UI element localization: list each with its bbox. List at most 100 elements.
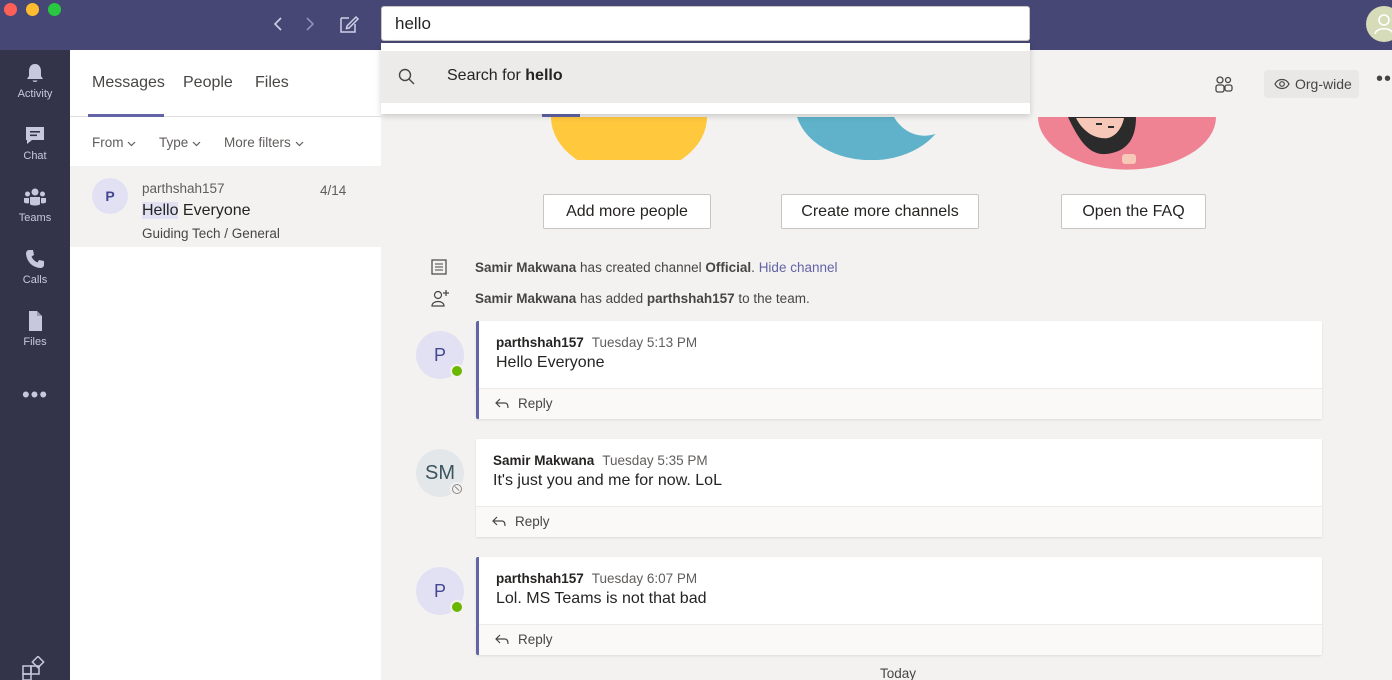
message-time: Tuesday 5:13 PM xyxy=(591,335,698,350)
chevron-left-icon xyxy=(273,17,282,31)
message-card: parthshah157 Tuesday 5:13 PM Hello Everyo… xyxy=(476,321,1322,419)
new-chat-button[interactable] xyxy=(337,12,361,36)
team-members-icon[interactable] xyxy=(1214,74,1234,94)
chevron-down-icon xyxy=(295,141,303,147)
phone-icon xyxy=(26,250,44,268)
presence-available-icon xyxy=(450,600,464,614)
minimize-window-button[interactable] xyxy=(26,3,39,16)
message-body: It's just you and me for now. LoL xyxy=(493,472,722,489)
welcome-illustration-faq xyxy=(1038,117,1216,170)
result-highlight: Hello xyxy=(142,202,179,219)
chevron-down-icon xyxy=(127,141,136,147)
date-divider-today: Today xyxy=(880,666,917,680)
filter-label: Type xyxy=(159,135,189,150)
search-icon xyxy=(398,68,415,85)
result-text: Hello Everyone xyxy=(142,202,251,220)
welcome-illustration-people xyxy=(551,117,707,160)
apps-icon xyxy=(22,655,45,680)
profile-avatar[interactable] xyxy=(1366,6,1392,42)
presence-available-icon xyxy=(450,364,464,378)
compose-icon xyxy=(340,15,360,33)
avatar-initials: SM xyxy=(425,462,455,484)
search-input[interactable] xyxy=(395,14,1016,34)
filter-label: More filters xyxy=(224,135,291,150)
maximize-window-button[interactable] xyxy=(48,3,61,16)
appbar-item-calls[interactable]: Calls xyxy=(0,248,70,304)
search-suggestion[interactable]: Search for hello xyxy=(381,51,1030,103)
reply-button[interactable]: Reply xyxy=(479,388,1322,419)
filter-bar: From Type More filters xyxy=(70,117,381,167)
message-author: parthshah157 xyxy=(496,335,584,350)
eye-icon xyxy=(1274,78,1290,90)
system-message-member-added: Samir Makwana has added parthshah157 to … xyxy=(475,291,810,306)
search-result-item[interactable]: P parthshah157 4/14 Hello Everyone Guidi… xyxy=(70,166,381,247)
search-results-panel: Messages People Files From Type More fil… xyxy=(70,50,381,680)
result-author: parthshah157 xyxy=(142,181,225,196)
back-button[interactable] xyxy=(266,12,290,36)
search-suggestion-text: Search for hello xyxy=(447,67,563,84)
message-header: parthshah157 Tuesday 6:07 PM xyxy=(496,571,697,586)
avatar[interactable]: P xyxy=(416,567,464,615)
appbar-label: Chat xyxy=(23,150,47,162)
appbar-more-button[interactable]: ••• xyxy=(0,382,70,408)
system-message-channel-created: Samir Makwana has created channel Offici… xyxy=(475,260,838,275)
channel-conversation: Org-wide ••• Add more people Create more… xyxy=(381,50,1392,680)
channel-created-icon xyxy=(431,259,447,275)
appbar-item-activity[interactable]: Activity xyxy=(0,62,70,118)
avatar[interactable]: SM xyxy=(416,449,464,497)
apps-button[interactable] xyxy=(21,655,45,680)
close-window-button[interactable] xyxy=(4,3,17,16)
message-time: Tuesday 5:35 PM xyxy=(602,453,708,468)
reply-icon xyxy=(495,634,509,645)
message-header: Samir Makwana Tuesday 5:35 PM xyxy=(493,453,708,468)
filter-more[interactable]: More filters xyxy=(224,135,304,150)
appbar-label: Activity xyxy=(17,88,53,100)
tab-messages[interactable]: Messages xyxy=(92,74,165,92)
tab-files[interactable]: Files xyxy=(255,74,289,92)
search-box[interactable] xyxy=(381,6,1030,41)
avatar-initials: P xyxy=(433,581,446,601)
appbar-label: Files xyxy=(23,336,47,348)
reply-icon xyxy=(492,516,506,527)
forward-button[interactable] xyxy=(298,12,322,36)
more-options-button[interactable]: ••• xyxy=(1376,68,1392,91)
reply-icon xyxy=(495,398,509,409)
avatar: P xyxy=(92,178,128,214)
appbar-item-files[interactable]: Files xyxy=(0,310,70,366)
create-more-channels-button[interactable]: Create more channels xyxy=(781,194,979,229)
avatar[interactable]: P xyxy=(416,331,464,379)
result-text-rest: Everyone xyxy=(178,202,251,219)
person-icon xyxy=(1374,14,1392,35)
avatar-initials: P xyxy=(433,345,446,365)
hide-channel-link[interactable]: Hide channel xyxy=(759,260,838,275)
open-faq-button[interactable]: Open the FAQ xyxy=(1061,194,1206,229)
reply-button[interactable]: Reply xyxy=(476,506,1322,537)
presence-offline-icon xyxy=(450,482,464,496)
reply-button[interactable]: Reply xyxy=(479,624,1322,655)
reply-label: Reply xyxy=(518,396,553,411)
result-date: 4/14 xyxy=(320,183,347,198)
message-author: parthshah157 xyxy=(496,571,584,586)
results-tabs: Messages People Files xyxy=(70,50,381,117)
chat-icon xyxy=(26,127,44,144)
reply-label: Reply xyxy=(515,514,550,529)
appbar-item-chat[interactable]: Chat xyxy=(0,124,70,180)
file-icon xyxy=(29,311,42,331)
message-card: parthshah157 Tuesday 6:07 PM Lol. MS Team… xyxy=(476,557,1322,655)
result-channel: Guiding Tech / General xyxy=(142,226,280,241)
filter-from[interactable]: From xyxy=(92,135,136,150)
member-added-icon xyxy=(431,290,449,307)
chevron-down-icon xyxy=(192,141,201,147)
message-card: Samir Makwana Tuesday 5:35 PM It's just y… xyxy=(476,439,1322,537)
chevron-right-icon xyxy=(306,17,315,31)
search-dropdown: Search for hello xyxy=(381,43,1030,114)
message-time: Tuesday 6:07 PM xyxy=(591,571,698,586)
filter-type[interactable]: Type xyxy=(159,135,201,150)
tab-people[interactable]: People xyxy=(183,74,233,92)
org-wide-button[interactable]: Org-wide xyxy=(1264,70,1359,98)
org-wide-label: Org-wide xyxy=(1295,76,1352,92)
appbar-label: Calls xyxy=(22,274,48,286)
message-body: Hello Everyone xyxy=(496,354,605,371)
add-more-people-button[interactable]: Add more people xyxy=(543,194,711,229)
appbar-item-teams[interactable]: Teams xyxy=(0,186,70,242)
